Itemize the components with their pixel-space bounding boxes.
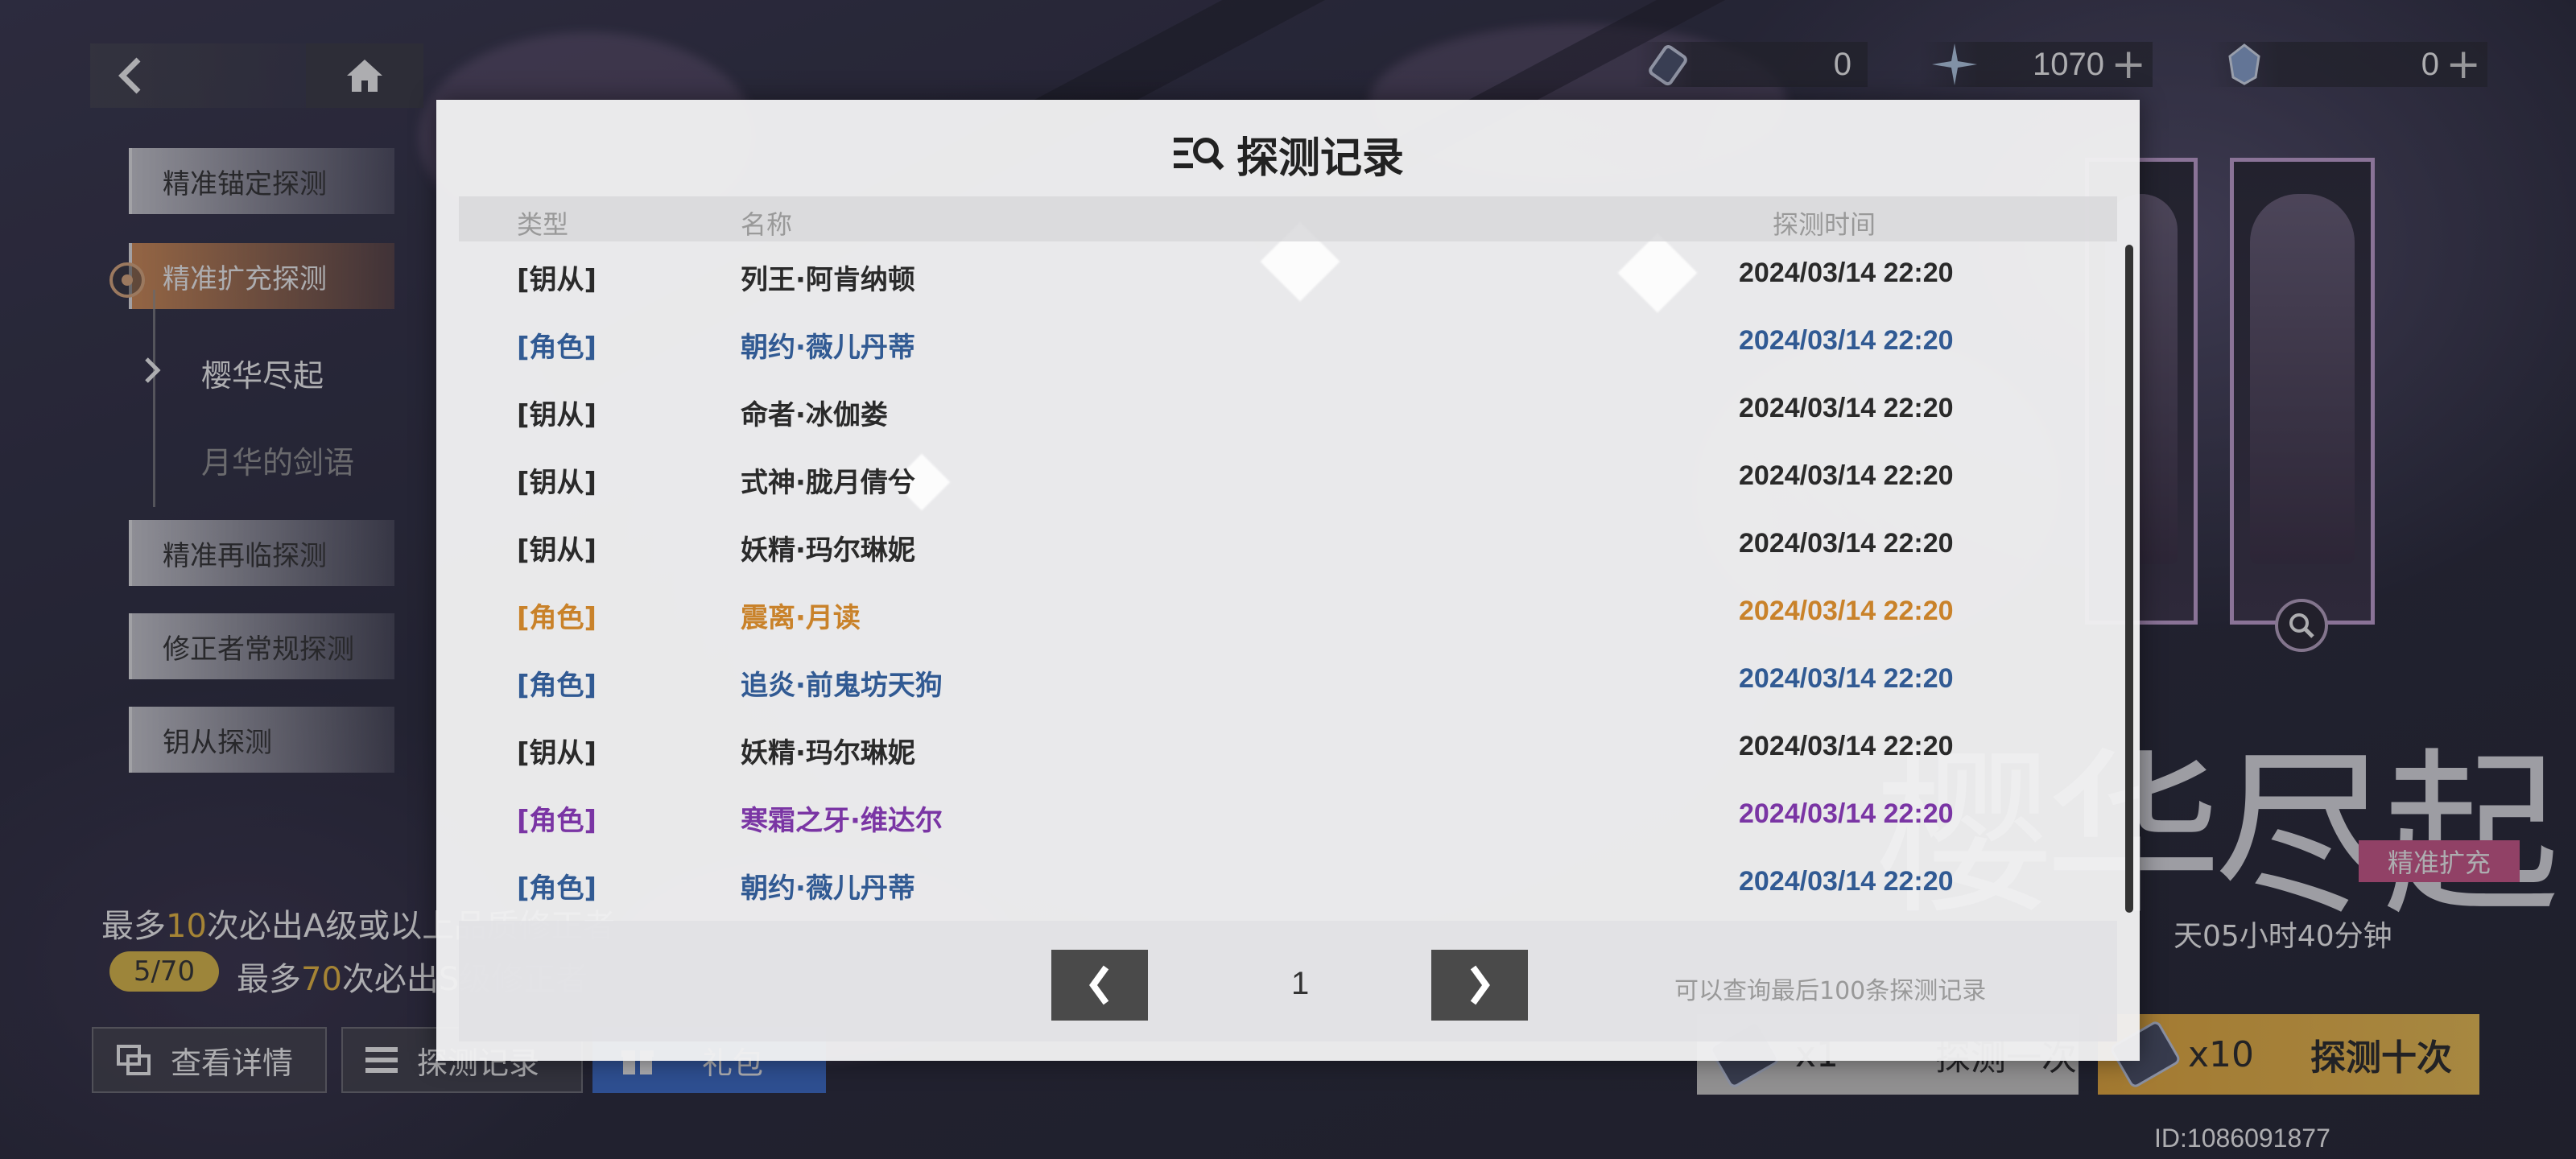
table-row: [角色] 寒霜之牙·维达尔 2024/03/14 22:20 [517, 798, 1954, 837]
table-row: [钥从] 命者·冰伽娄 2024/03/14 22:20 [517, 393, 1954, 431]
next-page-button[interactable] [1431, 950, 1528, 1021]
search-list-icon [1173, 137, 1224, 170]
table-row: [角色] 震离·月读 2024/03/14 22:20 [517, 596, 1954, 634]
column-header-type: 类型 [517, 209, 569, 240]
table-row: [角色] 朝约·薇儿丹蒂 2024/03/14 22:20 [517, 325, 1954, 364]
table-row: [钥从] 妖精·玛尔琳妮 2024/03/14 22:20 [517, 731, 1954, 769]
chevron-left-icon [1089, 965, 1109, 1005]
records-limit-note: 可以查询最后100条探测记录 [1674, 977, 1987, 1005]
modal-title: 探测记录 [436, 124, 2140, 184]
column-header-time: 探测时间 [1773, 209, 1876, 240]
table-row: [角色] 追炎·前鬼坊天狗 2024/03/14 22:20 [517, 663, 1954, 702]
pager-bar: 1 可以查询最后100条探测记录 [459, 921, 2117, 1041]
table-row: [角色] 朝约·薇儿丹蒂 2024/03/14 22:20 [517, 866, 1954, 905]
table-row: [钥从] 式神·胧月倩兮 2024/03/14 22:20 [517, 460, 1954, 499]
records-scrollbar[interactable] [2125, 245, 2133, 913]
prev-page-button[interactable] [1051, 950, 1148, 1021]
table-header: 类型 名称 探测时间 [459, 196, 2117, 241]
detection-records-modal: 探测记录 类型 名称 探测时间 [钥从] 列王·阿肯纳顿 2024/03/14 22… [436, 100, 2140, 1061]
column-header-name: 名称 [741, 209, 793, 240]
chevron-right-icon [1470, 965, 1490, 1005]
table-row: [钥从] 妖精·玛尔琳妮 2024/03/14 22:20 [517, 528, 1954, 567]
current-page-number: 1 [1291, 966, 1310, 1001]
table-row: [钥从] 列王·阿肯纳顿 2024/03/14 22:20 [517, 258, 1954, 296]
modal-title-text: 探测记录 [1236, 134, 1404, 183]
